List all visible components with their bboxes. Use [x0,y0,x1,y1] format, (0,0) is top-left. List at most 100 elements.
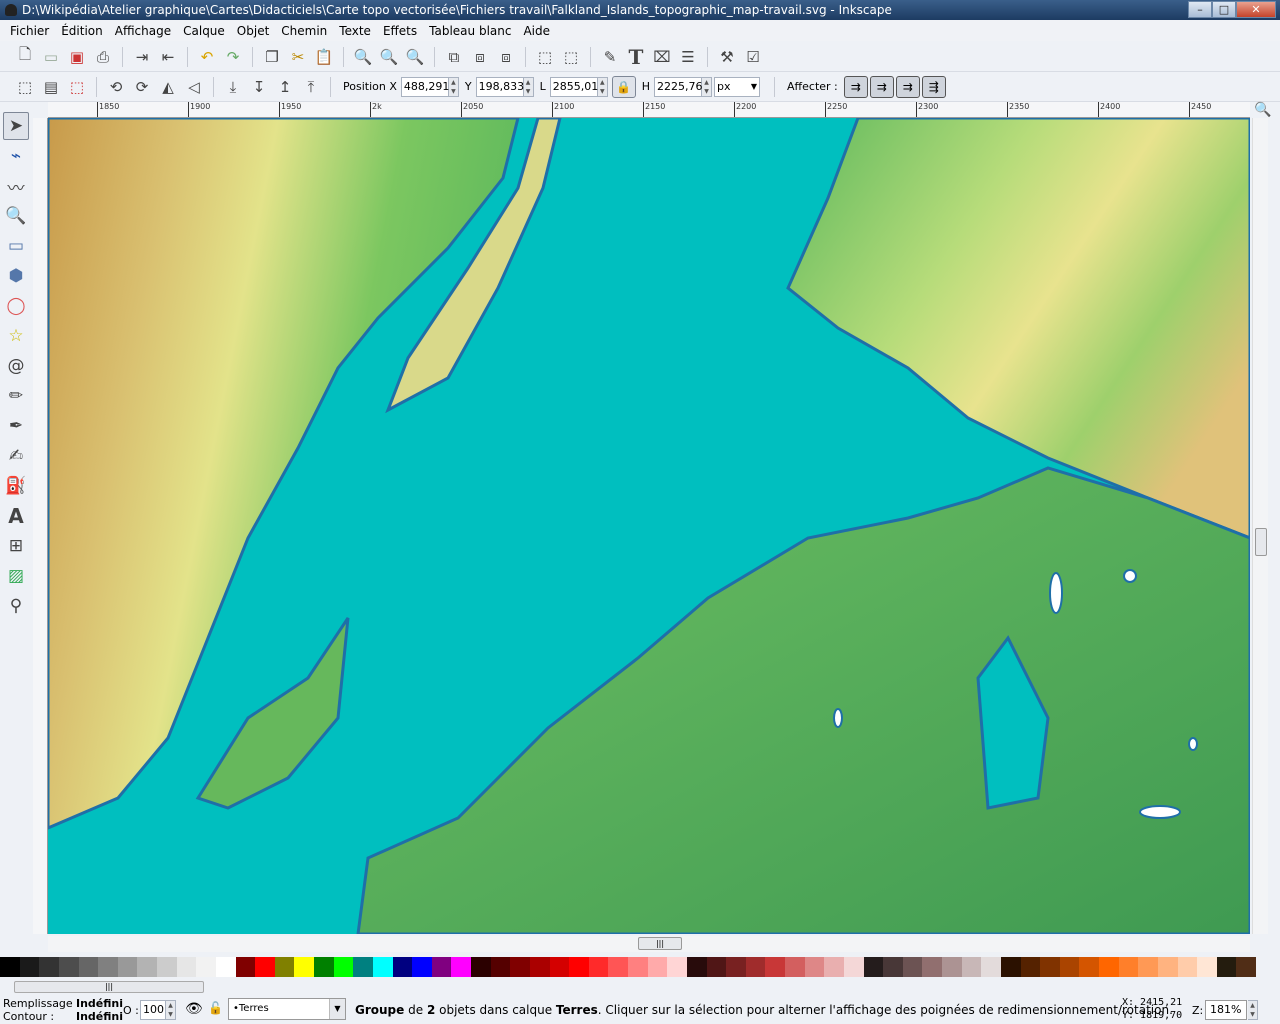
palette-swatch[interactable] [510,957,530,977]
copy-icon[interactable]: ❐ [261,46,283,68]
y-spinner[interactable]: ▲ ▼ [523,76,534,97]
palette-swatch[interactable] [1216,957,1237,977]
text-icon[interactable]: T [625,45,647,69]
zoom-selection-icon[interactable]: 🔍 [352,46,374,68]
palette-swatch[interactable] [1118,957,1139,977]
palette-swatch[interactable] [706,957,727,977]
zoom-drawing-icon[interactable]: 🔍 [378,46,400,68]
import-icon[interactable]: ⇥ [131,46,153,68]
raise-icon[interactable]: ↥ [274,76,296,98]
calligraphy-tool-icon[interactable]: ✍ [3,442,29,470]
lower-icon[interactable]: ↧ [248,76,270,98]
palette-swatch[interactable] [431,957,452,977]
palette-swatch[interactable] [314,957,334,977]
palette-swatch[interactable] [549,957,570,977]
connector-tool-icon[interactable]: ⊞ [3,532,29,560]
ellipse-tool-icon[interactable]: ◯ [3,292,29,320]
raise-top-icon[interactable]: ⤒ [300,76,322,98]
unlock-icon[interactable]: 🔓 [208,1001,223,1015]
palette-swatch[interactable] [0,957,20,977]
horizontal-scroll-thumb[interactable]: ||| [638,937,682,950]
select-all-icon[interactable]: ⬚ [14,76,36,98]
palette-swatch[interactable] [745,957,766,977]
close-button[interactable]: ✕ [1236,1,1276,18]
menu-fichier[interactable]: Fichier [4,24,55,38]
palette-swatch[interactable] [1020,957,1041,977]
palette-swatch[interactable] [1079,957,1099,977]
palette-swatch[interactable] [98,957,118,977]
open-icon[interactable]: ▭ [40,46,62,68]
export-icon[interactable]: ⇤ [157,46,179,68]
selector-tool-icon[interactable]: ➤ [3,112,29,140]
height-field[interactable]: 2225,76 [654,76,703,97]
undo-icon[interactable]: ↶ [196,46,218,68]
palette-scrollbar[interactable]: ||| [14,981,204,993]
menu-aide[interactable]: Aide [517,24,556,38]
palette-swatch[interactable] [1099,957,1119,977]
x-spinner[interactable]: ▲ ▼ [448,76,459,97]
zoom-tool-icon[interactable]: 🔍 [3,202,29,230]
palette-swatch[interactable] [117,957,138,977]
palette-swatch[interactable] [942,957,962,977]
palette-swatch[interactable] [372,957,393,977]
palette-swatch[interactable] [883,957,903,977]
palette-swatch[interactable] [39,957,59,977]
save-icon[interactable]: ▣ [66,46,88,68]
rotate-cw-icon[interactable]: ⟳ [131,76,153,98]
palette-swatch[interactable] [176,957,197,977]
palette-swatch[interactable] [569,957,589,977]
palette-swatch[interactable] [137,957,157,977]
drawing-canvas[interactable] [48,118,1250,934]
align-icon[interactable]: ☰ [677,46,699,68]
palette-swatch[interactable] [157,957,177,977]
duplicate-icon[interactable]: ⧉ [443,46,465,68]
paint-bucket-tool-icon[interactable]: ⛽ [3,472,29,500]
palette-swatch[interactable] [19,957,40,977]
menu-texte[interactable]: Texte [333,24,377,38]
menu-objet[interactable]: Objet [231,24,275,38]
palette-swatch[interactable] [667,957,687,977]
palette-swatch[interactable] [451,957,471,977]
height-spinner[interactable]: ▲ ▼ [702,76,713,97]
palette-swatch[interactable] [412,957,432,977]
menu-effets[interactable]: Effets [377,24,423,38]
fill-stroke-indicator[interactable]: Remplissage : Indéfini Contour : Indéfini [3,997,123,1023]
palette-swatch[interactable] [392,957,413,977]
palette-swatch[interactable] [1040,957,1060,977]
palette-swatch[interactable] [1177,957,1198,977]
affect-corners-button[interactable]: ⇉ [869,75,894,98]
redo-icon[interactable]: ↷ [222,46,244,68]
xml-editor-icon[interactable]: ⌧ [651,46,673,68]
palette-swatch[interactable] [686,957,707,977]
palette-swatch[interactable] [215,957,236,977]
vertical-scrollbar[interactable] [1252,118,1268,934]
width-spinner[interactable]: ▲ ▼ [597,76,608,97]
paste-icon[interactable]: 📋 [313,46,335,68]
tweak-tool-icon[interactable]: 〰 [3,172,29,200]
palette-swatch[interactable] [1000,957,1021,977]
zoom-corner-icon[interactable]: 🔍 [1254,102,1271,118]
gradient-tool-icon[interactable]: ▨ [3,562,29,590]
text-tool-icon[interactable]: A [3,502,29,530]
palette-swatch[interactable] [726,957,746,977]
opacity-spinner[interactable]: ▲ ▼ [166,1000,176,1020]
affect-gradient-button[interactable]: ⇉ [895,75,920,98]
palette-swatch[interactable] [353,957,373,977]
lower-bottom-icon[interactable]: ⤓ [222,76,244,98]
select-all-layers-icon[interactable]: ▤ [40,76,62,98]
palette-swatch[interactable] [588,957,609,977]
maximize-button[interactable]: □ [1212,1,1236,18]
unit-select[interactable]: px ▼ [714,76,761,97]
spiral-tool-icon[interactable]: @ [3,352,29,380]
cut-icon[interactable]: ✂ [287,46,309,68]
unlink-clone-icon[interactable]: ⧈ [495,46,517,68]
menu-tableau-blanc[interactable]: Tableau blanc [423,24,517,38]
x-field[interactable]: 488,291 [400,76,449,97]
zoom-field[interactable]: 181% [1205,1000,1247,1020]
node-tool-icon[interactable]: ⌁ [3,142,29,170]
flip-vertical-icon[interactable]: ◁ [183,76,205,98]
palette-swatch[interactable] [294,957,314,977]
palette-swatch[interactable] [843,957,864,977]
pen-tool-icon[interactable]: ✒ [3,412,29,440]
palette-swatch[interactable] [765,957,785,977]
